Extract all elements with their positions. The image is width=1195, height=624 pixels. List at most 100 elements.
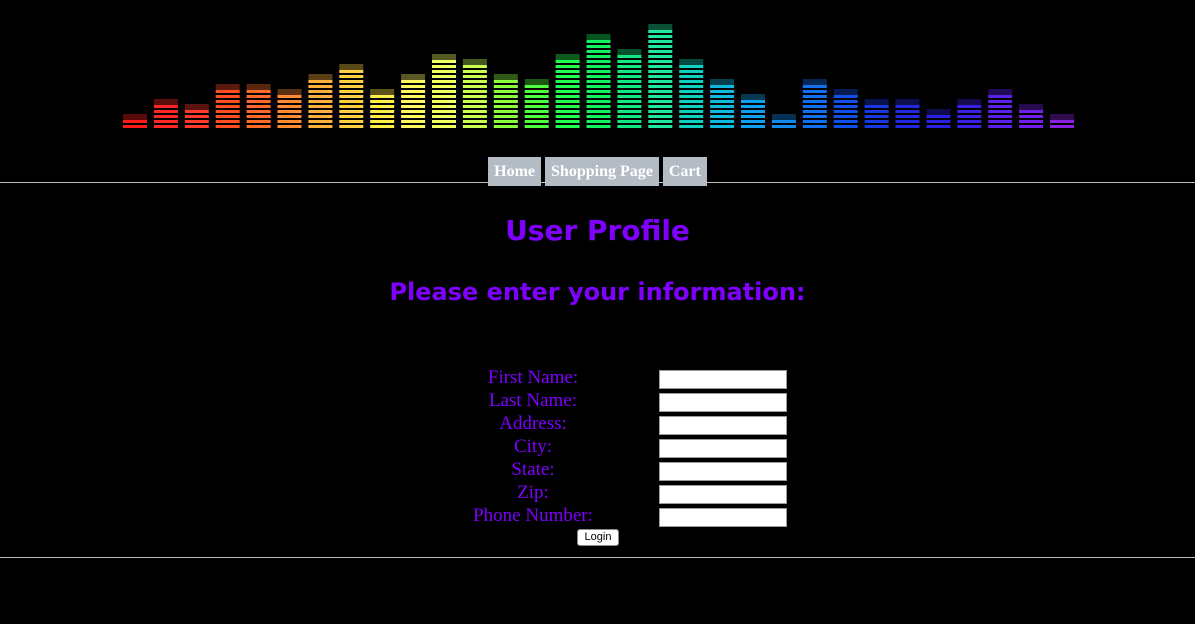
equalizer-segment [123,125,147,128]
city-row: City: [460,435,800,458]
equalizer-segment [308,120,333,123]
city-field[interactable] [659,439,787,458]
equalizer-segment [1050,120,1074,123]
equalizer-segment [586,115,611,118]
equalizer-segment [401,105,426,108]
equalizer-segment [926,115,951,118]
state-field[interactable] [659,462,787,481]
equalizer-segment [586,90,611,93]
equalizer-segment [648,55,673,58]
equalizer-segment [153,115,178,118]
equalizer-segment [864,115,889,118]
equalizer-segment [215,105,240,108]
equalizer-segment [710,100,735,103]
equalizer-segment [710,90,735,93]
equalizer-segment [153,105,178,108]
equalizer-segment [370,110,395,113]
equalizer-segment [339,110,364,113]
equalizer-segment [648,35,673,38]
equalizer-segment [771,125,796,128]
equalizer-segment [1019,120,1044,123]
equalizer-segment [586,105,611,108]
equalizer-column [710,79,735,128]
equalizer-segment [802,95,827,98]
equalizer-segment [957,105,982,108]
equalizer-column [926,109,951,128]
equalizer-column [771,114,796,128]
equalizer-segment [432,100,456,103]
equalizer-segment [802,105,827,108]
last-name-row: Last Name: [460,389,800,412]
equalizer-segment [710,115,735,118]
equalizer-segment [988,100,1013,103]
equalizer-segment [432,110,456,113]
equalizer-segment [246,105,271,108]
equalizer-segment [370,115,395,118]
equalizer-segment [926,125,951,128]
equalizer-segment [277,110,302,113]
equalizer-column [339,64,364,128]
equalizer-segment [555,80,580,83]
zip-field[interactable] [659,485,787,504]
state-label: State: [511,459,555,480]
equalizer-segment [710,95,735,98]
equalizer-segment [555,75,580,78]
equalizer-segment [123,120,147,123]
address-field[interactable] [659,416,787,435]
equalizer-segment [215,100,240,103]
equalizer-segment [555,125,580,128]
equalizer-segment [586,70,611,73]
equalizer-segment [648,110,673,113]
equalizer-segment [246,100,271,103]
first-name-label: First Name: [487,367,579,388]
equalizer-segment [524,90,549,93]
equalizer-segment [648,75,673,78]
equalizer-segment [524,85,549,88]
equalizer-segment [462,90,487,93]
equalizer-segment [648,60,673,63]
equalizer-segment [277,100,302,103]
equalizer-segment [617,65,642,68]
equalizer-segment [648,105,673,108]
equalizer-segment [401,80,426,83]
equalizer-segment [555,90,580,93]
equalizer-segment [771,120,796,123]
first-name-field[interactable] [659,370,787,389]
user-profile-form: First Name: Last Name: Address: City: St… [460,366,800,527]
equalizer-column [246,84,271,128]
equalizer-column [215,84,240,128]
last-name-field[interactable] [659,393,787,412]
equalizer-segment [246,120,271,123]
equalizer-column [802,79,827,128]
equalizer-segment [462,110,487,113]
equalizer-segment [988,110,1013,113]
equalizer-segment [246,90,271,93]
equalizer-segment [864,105,889,108]
equalizer-segment [710,110,735,113]
equalizer-segment [586,125,611,128]
equalizer-column [153,99,178,128]
equalizer-segment [493,95,518,98]
equalizer-segment [215,95,240,98]
equalizer-segment [432,70,456,73]
equalizer-segment [648,80,673,83]
equalizer-segment [741,120,765,123]
equalizer-segment [524,115,549,118]
equalizer-segment [586,120,611,123]
equalizer-segment [215,90,240,93]
equalizer-segment [401,125,426,128]
phone-number-field[interactable] [659,508,787,527]
equalizer-segment [679,95,704,98]
equalizer-segment [679,120,704,123]
login-button[interactable]: Login [577,529,619,546]
equalizer-segment [988,125,1013,128]
equalizer-segment [184,115,209,118]
phone-number-row: Phone Number: [460,504,800,527]
equalizer-segment [432,95,456,98]
equalizer-segment [710,120,735,123]
equalizer-segment [833,105,858,108]
equalizer-column [648,24,673,128]
equalizer-segment [339,125,364,128]
equalizer-segment [710,105,735,108]
equalizer-graphic [123,24,1074,128]
